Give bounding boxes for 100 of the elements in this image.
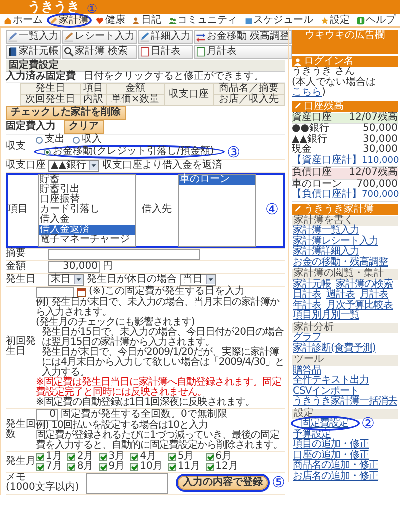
nav-tab[interactable]: ホーム <box>3 15 44 26</box>
toolbar-button[interactable]: レシート入力 <box>62 30 137 44</box>
nav-tab[interactable]: スケジュール <box>244 15 315 26</box>
toolbar-button[interactable]: 日計表 <box>138 45 193 59</box>
menu-link[interactable]: グラフ <box>293 333 322 344</box>
month-checkbox[interactable]: 6月 <box>206 452 238 462</box>
menu-link[interactable]: 家計簿の検索 <box>336 280 393 290</box>
menu-link[interactable]: お店名の追加・修正 <box>293 472 378 482</box>
nav-tab[interactable]: 日記 <box>131 15 162 26</box>
caret-icon <box>74 275 83 284</box>
total-label: 【資産口座計】 <box>292 156 362 166</box>
nav-tab[interactable]: 設定 <box>320 15 351 26</box>
field-label: 収支 <box>6 142 27 152</box>
person-icon <box>294 58 302 66</box>
memo-field[interactable] <box>86 472 168 494</box>
menu-link[interactable]: 家計簿詳細入力 <box>293 247 360 258</box>
total-balance: 700,000 <box>362 190 400 200</box>
toolbar-button[interactable]: 月計表 <box>194 45 292 59</box>
menu-section-heading: 家計簿を書く <box>292 216 398 226</box>
list-option[interactable]: 貯蓄 <box>39 174 135 184</box>
month-checkbox[interactable]: 2月 <box>67 452 94 462</box>
toolbar-button[interactable]: 家計元帳 <box>6 45 61 59</box>
nav-tab[interactable]: コミュニティ <box>168 15 239 26</box>
month-checkbox[interactable]: 10月 <box>130 462 163 472</box>
day-select[interactable]: 末日 <box>48 274 84 286</box>
list-option[interactable]: 貯蓄引出 <box>39 184 135 194</box>
menu-link[interactable]: 週計表 <box>326 290 355 300</box>
holiday-select[interactable]: 当日 <box>180 274 216 286</box>
date-field[interactable] <box>36 286 74 298</box>
nav-tab[interactable]: ヘルプ <box>356 15 397 26</box>
menu-link[interactable]: 項目の追加・修正 <box>293 440 369 450</box>
delete-button[interactable]: チェックした家計を削除 <box>6 106 126 120</box>
menu-link[interactable]: お金の移動・残高調整 <box>293 258 388 268</box>
menu-link[interactable]: 商品名の追加・修正 <box>293 461 378 472</box>
month-checkbox[interactable]: 1月 <box>36 452 62 462</box>
month-checkbox[interactable]: 3月 <box>98 452 126 462</box>
field-label: 発生回数 <box>6 420 36 440</box>
menu-link[interactable]: 月計表 <box>360 290 388 300</box>
callout-number: ⑤ <box>272 476 286 490</box>
list-option[interactable]: 借入金 <box>39 214 135 224</box>
panel-title: うきうき家計簿 <box>304 204 374 214</box>
search-icon <box>64 47 74 57</box>
text-field[interactable] <box>48 248 200 260</box>
list-option[interactable]: カード引落し <box>39 204 135 214</box>
callout-number: ② <box>362 416 374 432</box>
month-checkbox[interactable]: 11月 <box>168 462 201 472</box>
column-header: 金額 <box>106 84 165 94</box>
menu-link[interactable]: 贈答品 <box>293 366 322 376</box>
menu-link[interactable]: 年計表 <box>293 300 322 311</box>
nav-tab[interactable]: 健康 <box>95 15 126 26</box>
person-icon <box>132 16 140 24</box>
menu-link[interactable]: 日計表 <box>293 290 322 300</box>
menu-link[interactable]: CSVインポート <box>293 386 360 397</box>
field-label: 摘要 <box>6 249 27 259</box>
list-option[interactable]: 電子マネーチャージ <box>39 234 135 244</box>
month-checkbox[interactable]: 12月 <box>206 462 238 472</box>
submit-button[interactable]: 入力の内容で登録 <box>178 476 268 490</box>
month-checkbox[interactable]: 7月 <box>36 462 62 472</box>
field-label: 初回発生日 <box>6 337 36 357</box>
clear-button[interactable]: クリア <box>64 120 104 134</box>
menu-link[interactable]: 月次予算比較表 <box>326 300 393 311</box>
menu-link[interactable]: 家計診断(食費予測) <box>293 344 376 354</box>
account-select[interactable]: ▲▲銀行 <box>48 160 100 172</box>
menu-link[interactable]: 家計簿一覧入力 <box>293 226 360 236</box>
month-checkbox[interactable]: 8月 <box>67 462 94 472</box>
month-checkbox[interactable]: 5月 <box>168 452 201 462</box>
callout-number: ④ <box>266 202 279 218</box>
month-checkbox[interactable]: 9月 <box>98 462 126 472</box>
toolbar-button[interactable]: 家計簿 検索 <box>62 45 137 59</box>
radio-option[interactable]: お金移動(クレジット引落し/預金額) <box>36 147 224 157</box>
menu-link[interactable]: 家計簿レシート入力 <box>293 236 378 247</box>
radio-option[interactable]: 支出 <box>36 135 65 145</box>
list-option[interactable]: 口座振替 <box>39 194 135 204</box>
radio-option[interactable]: 収入 <box>73 135 102 145</box>
menu-link[interactable]: 全件テキスト出力 <box>293 376 369 386</box>
heart-icon <box>96 16 104 24</box>
menu-link[interactable]: 家計元帳 <box>293 280 331 290</box>
menu-section-heading: ツール <box>292 355 398 366</box>
people-icon <box>168 16 177 24</box>
link[interactable]: こちら <box>292 87 322 98</box>
pencil-icon <box>294 205 302 213</box>
count-field[interactable]: 0 <box>36 408 58 420</box>
caret-icon <box>89 161 98 170</box>
nav-tab[interactable]: 家計簿 <box>49 15 90 26</box>
toolbar-button[interactable]: 一覧入力 <box>6 30 61 44</box>
amount-field[interactable]: 30,000 <box>48 260 100 272</box>
help-icon <box>356 16 365 24</box>
help-text: 発生日が15日で、未入力の場合、今日日付が20日の場合は翌月15日の家計簿から入力されます。 <box>41 328 285 348</box>
month-checkbox[interactable]: 4月 <box>130 452 163 462</box>
lender-listbox[interactable]: 車のローン <box>178 174 256 246</box>
toolbar-button[interactable]: 詳細入力 <box>138 30 193 44</box>
pencil-icon <box>64 32 74 42</box>
menu-link[interactable]: 項目別月別一覧 <box>293 311 360 322</box>
field-label: 金額 <box>6 262 27 272</box>
menu-link[interactable]: うきうき家計簿一括消去 <box>293 397 398 408</box>
menu-link[interactable]: 口座の追加・修正 <box>293 450 369 461</box>
list-option[interactable]: 車のローン <box>179 174 255 184</box>
account-name: 現金 <box>292 145 312 155</box>
menu-link[interactable]: 固定費設定 <box>293 418 358 429</box>
page-title: 固定費設定 <box>6 60 285 72</box>
